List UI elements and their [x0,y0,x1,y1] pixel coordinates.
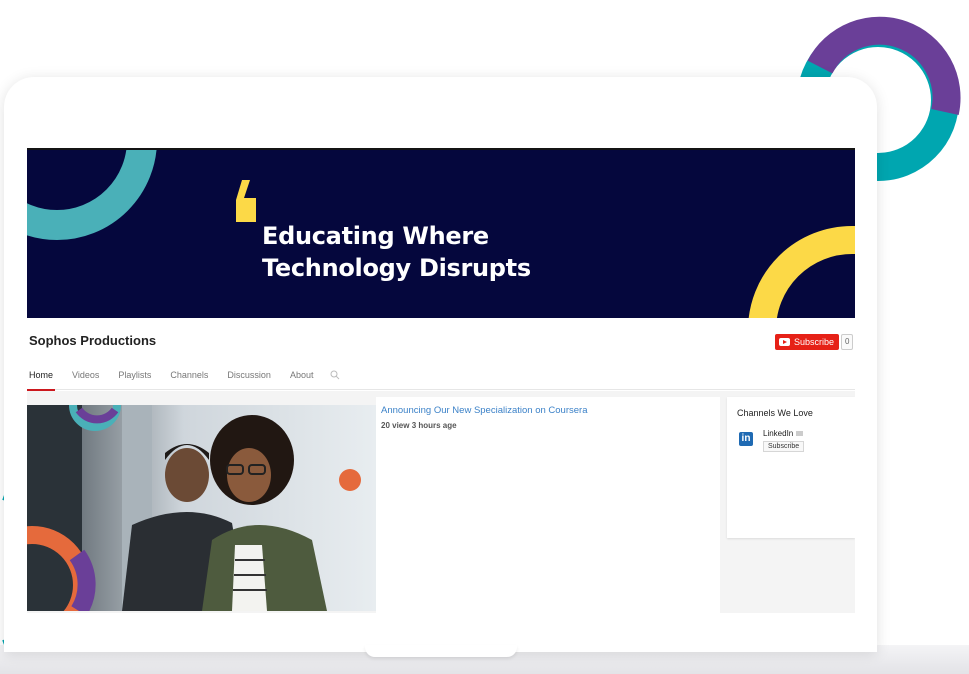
thumbnail-photo [27,405,376,611]
verified-badge-icon [796,431,804,437]
youtube-channel-page: Educating Where Technology Disrupts Soph… [27,148,855,613]
tab-about[interactable]: About [288,370,314,390]
youtube-play-icon [779,338,790,346]
tab-channels[interactable]: Channels [168,370,208,390]
channel-tabs: Home Videos Playlists Channels Discussio… [27,370,855,391]
channels-we-love-panel: Channels We Love in LinkedIn Subscribe [727,397,855,538]
tab-videos[interactable]: Videos [70,370,99,390]
subscribe-label: Subscribe [794,337,835,347]
channel-title: Sophos Productions [29,333,157,348]
tab-playlists[interactable]: Playlists [116,370,151,390]
banner-line-1: Educating Where [262,222,489,250]
featured-video-meta: 20 view 3 hours age [381,421,457,430]
quote-mark-icon [236,180,256,222]
laptop-notch [365,645,517,657]
featured-video-thumbnail[interactable] [27,405,376,611]
channel-name-linkedin: LinkedIn [763,429,794,438]
side-panel-title: Channels We Love [737,408,813,418]
channel-link-linkedin[interactable]: LinkedIn [763,429,804,438]
tab-home[interactable]: Home [27,370,56,391]
search-icon[interactable] [330,370,340,389]
channel-banner: Educating Where Technology Disrupts [27,148,855,318]
featured-video-title[interactable]: Announcing Our New Specialization on Cou… [381,405,587,416]
banner-headline: Educating Where Technology Disrupts [262,220,531,284]
subscribe-control: Subscribe 0 [775,334,854,350]
linkedin-icon[interactable]: in [739,432,753,446]
subscribe-button[interactable]: Subscribe [775,334,840,350]
linkedin-subscribe-button[interactable]: Subscribe [763,441,805,452]
tab-discussion[interactable]: Discussion [225,370,271,390]
subscriber-count: 0 [841,334,854,350]
banner-line-2: Technology Disrupts [262,254,531,282]
